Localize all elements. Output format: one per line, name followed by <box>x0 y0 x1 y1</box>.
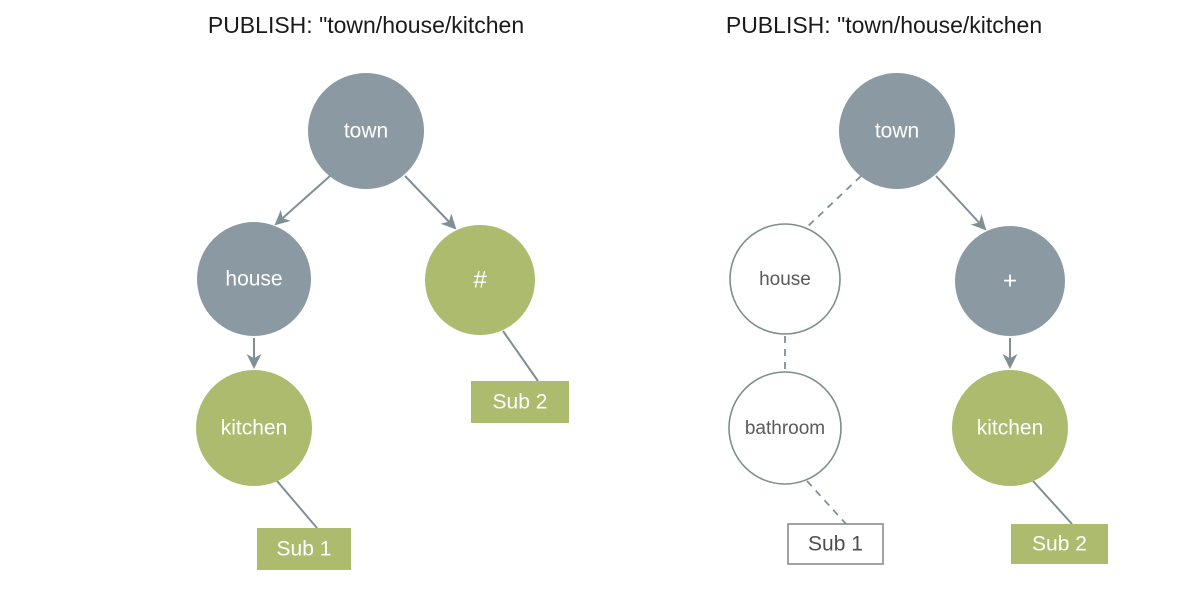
subscriber-box-sub-2[interactable]: Sub 2 <box>471 381 569 423</box>
subscriber-box-sub-2[interactable]: Sub 2 <box>1011 524 1108 564</box>
mqtt-topic-tree-diagram: PUBLISH: "town/house/kitchen town house # ki… <box>196 12 1108 570</box>
edge-town-house <box>805 175 862 229</box>
node-hash-wildcard-label: # <box>473 266 487 293</box>
node-kitchen[interactable]: kitchen <box>196 370 312 486</box>
node-plus-wildcard[interactable]: + <box>955 226 1065 336</box>
edge-kitchen-sub2 <box>1032 480 1073 525</box>
node-town[interactable]: town <box>839 73 955 189</box>
edge-town-house <box>274 175 331 226</box>
diagram-panel-right: PUBLISH: "town/house/kitchen town house + ba… <box>726 12 1108 565</box>
node-house-inactive-label: house <box>759 269 811 290</box>
edge-bathroom-sub1 <box>806 480 847 525</box>
node-bathroom-inactive-label: bathroom <box>745 418 825 439</box>
edge-kitchen-sub1 <box>276 480 318 529</box>
edge-town-hash <box>404 175 457 230</box>
node-house[interactable]: house <box>197 222 311 336</box>
node-kitchen-label: kitchen <box>977 417 1044 440</box>
diagram-panel-left: PUBLISH: "town/house/kitchen town house # ki… <box>196 12 569 570</box>
subscriber-box-sub-1-inactive[interactable]: Sub 1 <box>787 523 884 565</box>
node-house-inactive[interactable]: house <box>729 223 841 335</box>
panel-title-right: PUBLISH: "town/house/kitchen <box>726 12 1042 38</box>
node-kitchen[interactable]: kitchen <box>952 370 1068 486</box>
node-hash-wildcard[interactable]: # <box>425 225 535 335</box>
panel-title-left: PUBLISH: "town/house/kitchen <box>208 12 524 38</box>
subscriber-box-sub-2-label: Sub 2 <box>1032 533 1087 556</box>
subscriber-box-sub-1-label: Sub 1 <box>277 538 332 561</box>
node-kitchen-label: kitchen <box>221 417 288 440</box>
edge-hash-sub2 <box>502 330 539 382</box>
node-town[interactable]: town <box>308 73 424 189</box>
node-town-label: town <box>875 120 919 143</box>
node-town-label: town <box>344 120 388 143</box>
subscriber-box-sub-2-label: Sub 2 <box>493 391 548 414</box>
node-bathroom-inactive[interactable]: bathroom <box>728 371 842 485</box>
node-house-label: house <box>225 268 282 291</box>
subscriber-box-sub-1-inactive-label: Sub 1 <box>808 533 863 556</box>
node-plus-wildcard-label: + <box>1003 267 1017 294</box>
subscriber-box-sub-1[interactable]: Sub 1 <box>257 528 351 570</box>
edge-town-plus <box>935 175 987 231</box>
